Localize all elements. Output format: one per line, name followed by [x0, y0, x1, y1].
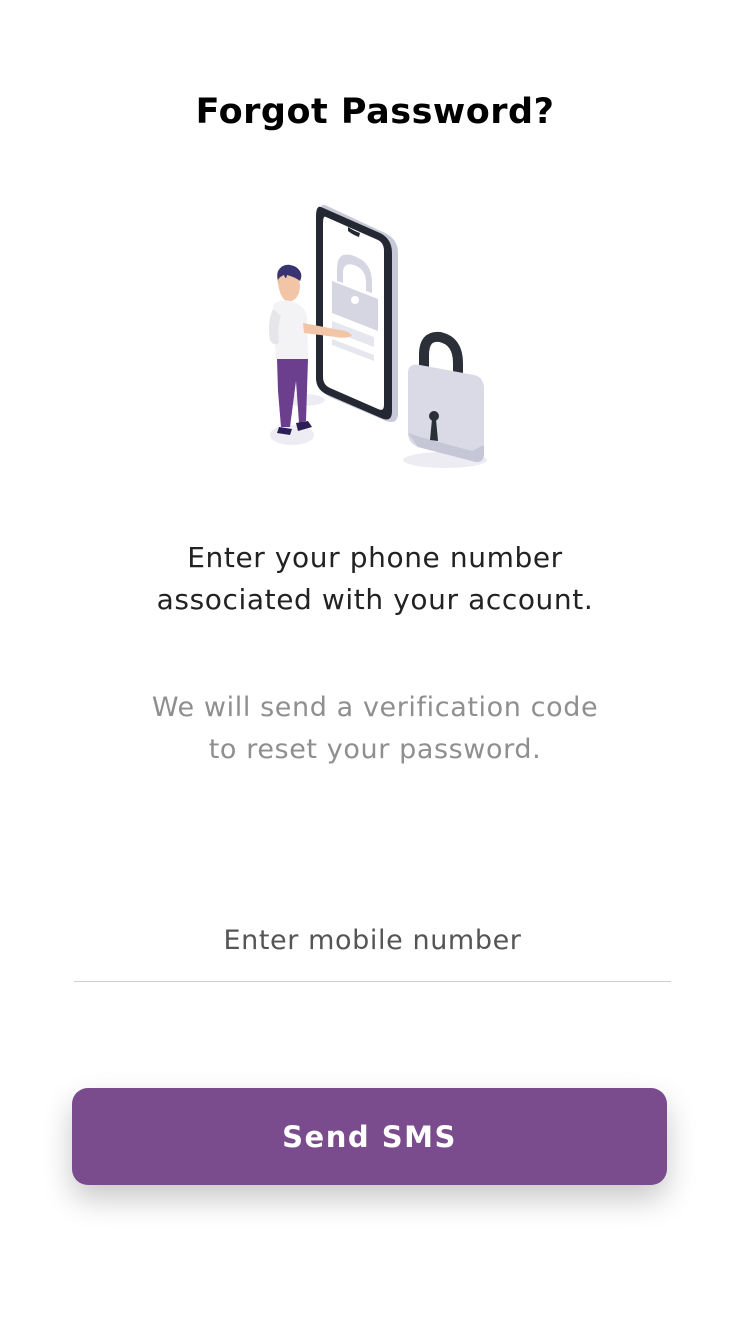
instruction-line-1: Enter your phone number: [187, 541, 563, 574]
person-phone-padlock-illustration: [269, 204, 487, 468]
note-line-1: We will send a verification code: [151, 692, 599, 723]
send-sms-button[interactable]: Send SMS: [72, 1088, 667, 1185]
page-title: Forgot Password?: [195, 92, 555, 132]
mobile-number-input[interactable]: [74, 900, 671, 982]
verification-note: We will send a verification code to rese…: [0, 687, 750, 771]
note-line-2: to reset your password.: [208, 734, 542, 765]
instruction-line-2: associated with your account.: [156, 583, 594, 616]
instruction-text: Enter your phone number associated with …: [0, 537, 750, 621]
